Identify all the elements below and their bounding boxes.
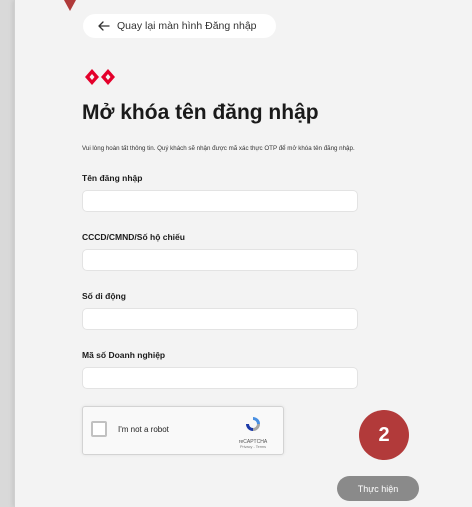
phone-label: Số di động	[82, 291, 126, 301]
phone-input[interactable]	[82, 308, 358, 330]
submit-button[interactable]: Thực hiện	[337, 476, 419, 501]
recaptcha-label: I'm not a robot	[118, 425, 169, 434]
recaptcha-icon	[244, 417, 262, 437]
recaptcha-logo: reCAPTCHA Privacy - Terms	[233, 415, 273, 449]
annotation-pointer	[64, 0, 76, 11]
page-description: Vui lòng hoàn tất thông tin. Quý khách s…	[82, 145, 355, 152]
page-title: Mở khóa tên đăng nhập	[82, 101, 319, 124]
back-to-login-label: Quay lại màn hình Đăng nhập	[117, 20, 257, 32]
recaptcha-checkbox[interactable]	[91, 421, 107, 437]
recaptcha-widget: I'm not a robot reCAPTCHA Privacy - Term…	[82, 406, 284, 455]
id-number-label: CCCD/CMND/Số hộ chiếu	[82, 232, 185, 242]
diamond-logo-icon	[84, 68, 116, 91]
tax-code-label: Mã số Doanh nghiệp	[82, 350, 166, 360]
step-badge: 2	[359, 410, 409, 460]
tax-code-input[interactable]	[82, 367, 358, 389]
arrow-left-icon	[98, 21, 110, 31]
username-label: Tên đăng nhập	[82, 173, 143, 183]
recaptcha-privacy-terms[interactable]: Privacy - Terms	[233, 445, 273, 449]
id-number-input[interactable]	[82, 249, 358, 271]
username-input[interactable]	[82, 190, 358, 212]
back-to-login-button[interactable]: Quay lại màn hình Đăng nhập	[83, 14, 276, 38]
